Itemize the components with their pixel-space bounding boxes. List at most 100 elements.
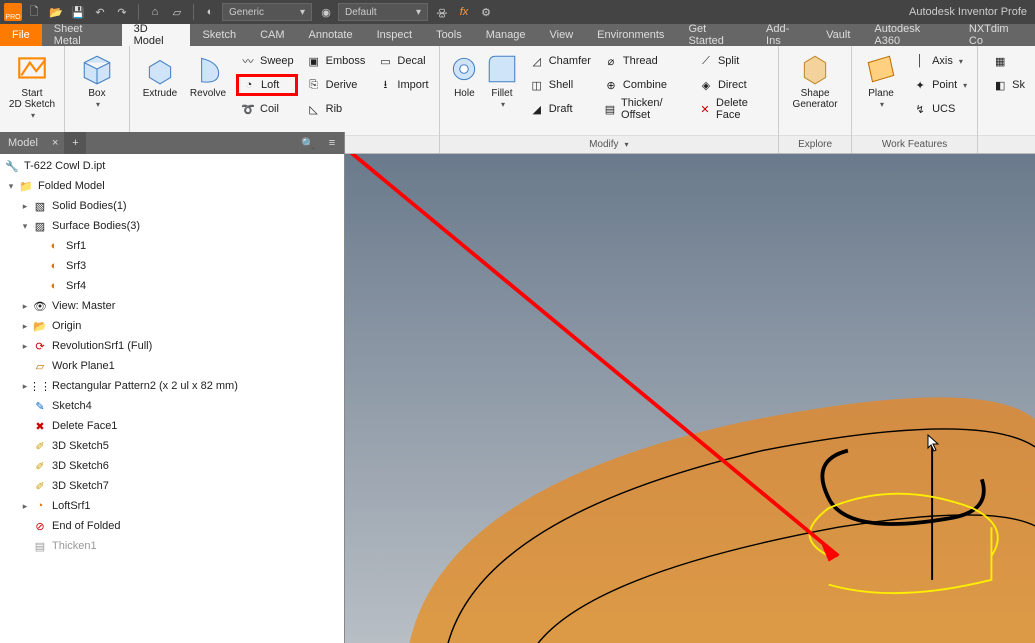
group-label-explore: Explore [779,135,851,153]
thread-button[interactable]: ⌀Thread [599,50,690,72]
emboss-button[interactable]: ▣Emboss [302,50,370,72]
derive-button[interactable]: ⎘Derive [302,74,370,96]
tree-work-plane[interactable]: ▱Work Plane1 [0,356,344,376]
tree-srf1[interactable]: ◐Srf1 [0,236,344,256]
tab-sheet-metal[interactable]: Sheet Metal [42,24,122,46]
tree-folded-model[interactable]: ▾📁Folded Model [0,176,344,196]
draft-button[interactable]: ◢Draft [525,98,595,120]
tab-file[interactable]: File [0,24,42,46]
tab-inspect[interactable]: Inspect [365,24,424,46]
tree-srf3[interactable]: ◐Srf3 [0,256,344,276]
combine-icon: ⊕ [603,77,619,93]
tab-tools[interactable]: Tools [424,24,474,46]
expand-icon[interactable]: ▸ [18,301,32,312]
thicken-icon: ▤ [32,538,48,554]
new-icon[interactable]: 🗋 [26,4,42,20]
tree-origin[interactable]: ▸📂Origin [0,316,344,336]
point-button[interactable]: ✦Point [908,74,971,96]
panel-tab-model[interactable]: Model [0,132,46,154]
redo-icon[interactable]: ↷ [114,4,130,20]
tab-3d-model[interactable]: 3D Model [122,24,191,46]
box-button[interactable]: Box [71,50,123,110]
rib-button[interactable]: ◺Rib [302,98,370,120]
tree-sketch4[interactable]: ✎Sketch4 [0,396,344,416]
expand-icon[interactable]: ▸ [18,201,32,212]
emboss-label: Emboss [326,55,366,67]
fillet-button[interactable]: Fillet [483,50,521,110]
decal-button[interactable]: ▭Decal [373,50,432,72]
tree-3dsketch7[interactable]: ✐3D Sketch7 [0,476,344,496]
plane-button[interactable]: Plane [858,50,904,110]
tab-add-ins[interactable]: Add-Ins [754,24,814,46]
home-icon[interactable]: ⌂ [147,4,163,20]
tab-view[interactable]: View [538,24,586,46]
group-label-modify[interactable]: Modify [440,135,778,153]
tab-sketch[interactable]: Sketch [190,24,248,46]
tree-surface-bodies[interactable]: ▾▨Surface Bodies(3) [0,216,344,236]
tree-srf4[interactable]: ◐Srf4 [0,276,344,296]
delete-face-button[interactable]: ✕Delete Face [694,98,772,120]
tree-3dsketch5[interactable]: ✐3D Sketch5 [0,436,344,456]
direct-button[interactable]: ◈Direct [694,74,772,96]
import-button[interactable]: ⭳Import [373,74,432,96]
fx-icon[interactable]: fx [456,4,472,20]
expand-icon[interactable]: ▸ [18,321,32,332]
tree-rect-pattern[interactable]: ▸⋮⋮Rectangular Pattern2 (x 2 ul x 82 mm) [0,376,344,396]
combine-button[interactable]: ⊕Combine [599,74,690,96]
search-icon[interactable]: 🔍 [296,137,320,150]
tab-nxtdim[interactable]: NXTdim Co [957,24,1035,46]
panel-add-button[interactable]: + [64,132,86,154]
tree-view-master[interactable]: ▸👁View: Master [0,296,344,316]
tab-cam[interactable]: CAM [248,24,296,46]
axis-button[interactable]: │Axis [908,50,971,72]
tab-annotate[interactable]: Annotate [297,24,365,46]
start-2d-sketch-button[interactable]: Start 2D Sketch [6,50,58,121]
ucs-button[interactable]: ↯UCS [908,98,971,120]
undo-icon[interactable]: ↶ [92,4,108,20]
expand-icon[interactable]: ▸ [18,341,32,352]
tab-vault[interactable]: Vault [814,24,862,46]
derive-label: Derive [326,79,358,91]
shape-generator-button[interactable]: Shape Generator [785,50,845,110]
tab-environments[interactable]: Environments [585,24,676,46]
panel-close-button[interactable]: × [46,132,64,154]
tree-delete-face[interactable]: ✖Delete Face1 [0,416,344,436]
sweep-button[interactable]: 〰Sweep [236,50,298,72]
extrude-button[interactable]: Extrude [136,50,184,99]
menu-icon[interactable]: ≡ [320,137,344,149]
tab-get-started[interactable]: Get Started [676,24,754,46]
collapse-icon[interactable]: ▾ [18,221,32,232]
tree-3dsketch6[interactable]: ✐3D Sketch6 [0,456,344,476]
save-icon[interactable]: 💾 [70,4,86,20]
appearance-icon[interactable]: ◉ [318,4,334,20]
adjust-icon[interactable]: 🝮 [434,4,450,20]
collapse-icon[interactable]: ▾ [4,181,18,192]
expand-icon[interactable]: ▸ [18,501,32,512]
tab-a360[interactable]: Autodesk A360 [862,24,956,46]
loft-button[interactable]: ◔Loft [236,74,298,96]
tree-root[interactable]: 🔧T-622 Cowl D.ipt [0,156,344,176]
settings-icon[interactable]: ⚙ [478,4,494,20]
shell-button[interactable]: ◫Shell [525,74,595,96]
solid-icon: ▧ [32,198,48,214]
hole-button[interactable]: Hole [446,50,484,99]
tree-loftsrf[interactable]: ▸◔LoftSrf1 [0,496,344,516]
material-dropdown[interactable]: Generic▾ [222,3,312,21]
tab-manage[interactable]: Manage [474,24,538,46]
thicken-button[interactable]: ▤Thicken/ Offset [599,98,690,120]
coil-button[interactable]: ➰Coil [236,98,298,120]
appearance-dropdown[interactable]: Default▾ [338,3,428,21]
chamfer-button[interactable]: ◿Chamfer [525,50,595,72]
select-icon[interactable]: ▱ [169,4,185,20]
tree-revolution[interactable]: ▸⟳RevolutionSrf1 (Full) [0,336,344,356]
tree-end-folded[interactable]: ⊘End of Folded [0,516,344,536]
split-button[interactable]: ⟋Split [694,50,772,72]
tree-thicken1[interactable]: ▤Thicken1 [0,536,344,556]
overflow-button[interactable]: ▦ [988,50,1029,72]
sk-button[interactable]: ◧Sk [988,74,1029,96]
3d-viewport[interactable] [345,154,1035,643]
open-icon[interactable]: 📂 [48,4,64,20]
tree-solid-bodies[interactable]: ▸▧Solid Bodies(1) [0,196,344,216]
material-icon[interactable]: ◐ [202,4,218,20]
revolve-button[interactable]: Revolve [184,50,232,99]
